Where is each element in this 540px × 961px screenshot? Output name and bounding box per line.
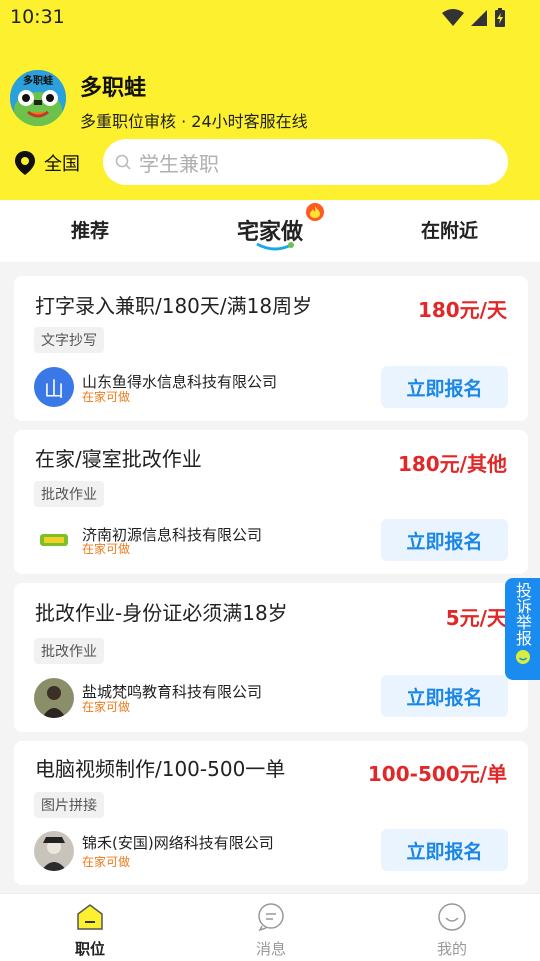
job-card[interactable]: 在家/寝室批改作业 180元/其他 批改作业 济南初源信息科技有限公司 在家可做…: [14, 430, 528, 574]
status-bar: 10:31: [0, 0, 540, 34]
apply-button[interactable]: 立即报名: [381, 366, 508, 408]
app-logo: 多职蛙: [10, 70, 66, 126]
job-price: 100-500元/单: [367, 762, 507, 786]
battery-icon: [495, 8, 505, 27]
job-card[interactable]: 打字录入兼职/180天/满18周岁 180元/天 文字抄写 山 山东鱼得水信息科…: [14, 276, 528, 421]
nav-jobs[interactable]: 职位: [60, 902, 120, 959]
company-name: 锦禾(安国)网络科技有限公司: [82, 834, 274, 852]
hot-fire-icon: [306, 203, 324, 221]
work-location-tag: 在家可做: [82, 855, 131, 869]
job-card[interactable]: 电脑视频制作/100-500一单 100-500元/单 图片拼接 锦禾(安国)网…: [14, 741, 528, 885]
tab-smile-underline-icon: [256, 242, 294, 251]
work-location-tag: 在家可做: [82, 542, 131, 556]
company-avatar: [34, 520, 74, 560]
app-name: 多职蛙: [80, 76, 147, 101]
work-location-tag: 在家可做: [82, 390, 131, 404]
job-price: 180元/其他: [397, 452, 507, 476]
signal-icon: [471, 10, 487, 26]
tab-recommend[interactable]: 推荐: [71, 216, 109, 243]
bottom-nav: 职位 消息 我的: [0, 893, 540, 961]
app-subtitle: 多重职位审核 · 24小时客服在线: [80, 112, 308, 131]
nav-label: 职位: [74, 940, 105, 958]
wifi-icon: [442, 9, 464, 26]
company-logo-icon: [40, 534, 68, 546]
person-photo-icon: [34, 678, 74, 718]
category-tabs: 推荐 宅家做 在附近: [0, 200, 540, 262]
job-title: 批改作业-身份证必须满18岁: [35, 601, 288, 625]
job-tag: 批改作业: [34, 481, 104, 507]
job-tag: 图片拼接: [34, 792, 104, 818]
job-price: 180元/天: [417, 298, 507, 322]
location-pin-icon: [15, 151, 35, 175]
search-icon: [115, 154, 131, 170]
nav-label: 消息: [255, 940, 286, 958]
company-avatar: 山: [34, 367, 74, 407]
job-title: 在家/寝室批改作业: [35, 447, 202, 471]
search-placeholder: 学生兼职: [139, 151, 219, 176]
company-avatar: [34, 678, 74, 718]
status-icons: [442, 8, 506, 28]
person-photo-icon: [34, 831, 74, 871]
message-icon: [258, 903, 284, 932]
jobs-home-icon: [77, 904, 103, 930]
nav-label: 我的: [436, 940, 467, 958]
apply-button[interactable]: 立即报名: [381, 829, 508, 871]
job-tag: 文字抄写: [34, 327, 104, 353]
nav-messages[interactable]: 消息: [241, 902, 301, 959]
work-location-tag: 在家可做: [82, 700, 131, 714]
job-title: 打字录入兼职/180天/满18周岁: [35, 294, 313, 318]
nav-profile[interactable]: 我的: [422, 902, 482, 959]
logo-text: 多职蛙: [23, 76, 53, 87]
tab-nearby[interactable]: 在附近: [421, 216, 478, 243]
company-avatar: [34, 831, 74, 871]
job-price: 5元/天: [445, 606, 507, 630]
location-selector[interactable]: 全国: [14, 150, 80, 176]
job-title: 电脑视频制作/100-500一单: [35, 757, 286, 781]
location-label: 全国: [44, 154, 80, 175]
report-label: 投诉举报: [513, 582, 532, 646]
apply-button[interactable]: 立即报名: [381, 675, 508, 717]
header-area: 10:31 多职蛙 多职蛙 多重职位审核 · 24小时客服在线 全国 学生兼职: [0, 0, 540, 200]
job-tag: 批改作业: [34, 638, 104, 664]
smile-icon: [515, 650, 530, 664]
status-time: 10:31: [10, 6, 65, 28]
search-input[interactable]: 学生兼职: [103, 139, 508, 185]
apply-button[interactable]: 立即报名: [381, 519, 508, 561]
report-button[interactable]: 投诉举报: [505, 578, 540, 680]
profile-smile-icon: [438, 903, 466, 931]
job-card[interactable]: 批改作业-身份证必须满18岁 5元/天 批改作业 盐城梵鸣教育科技有限公司 在家…: [14, 583, 528, 732]
